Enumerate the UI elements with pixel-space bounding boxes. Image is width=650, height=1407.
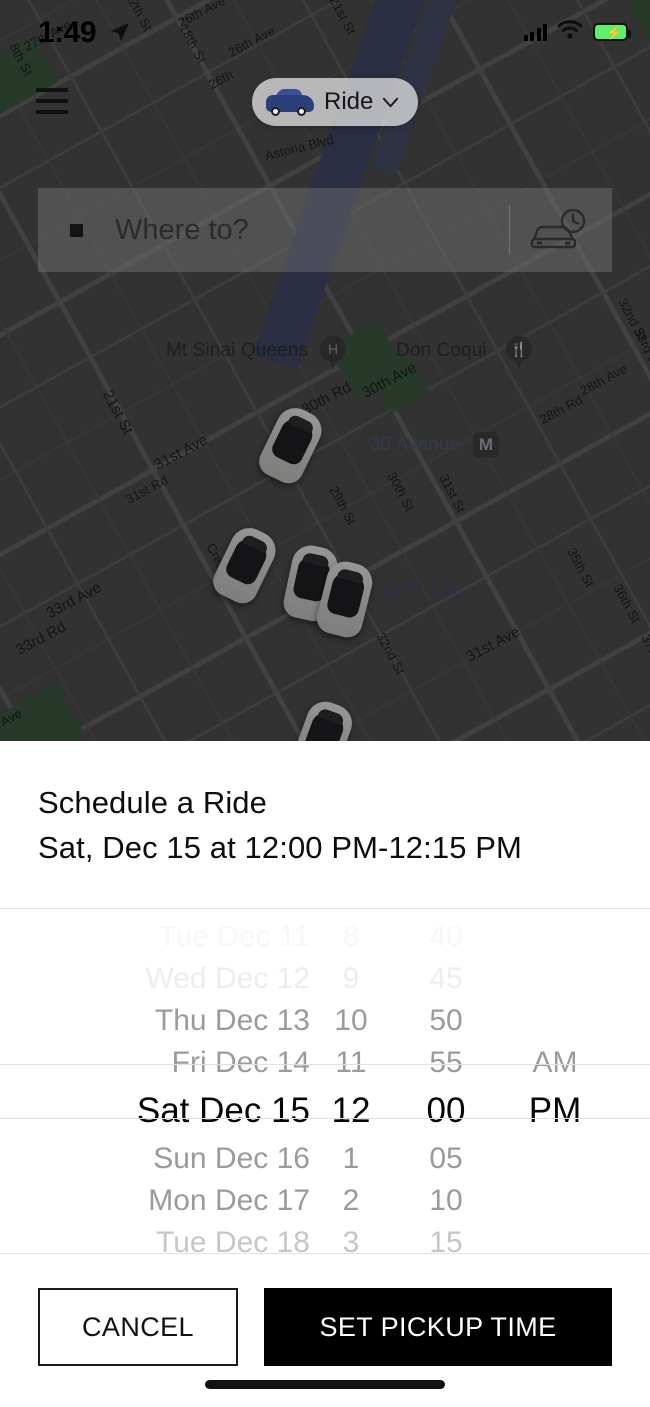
selected-time-summary: Sat, Dec 15 at 12:00 PM-12:15 PM bbox=[38, 830, 522, 865]
home-indicator[interactable] bbox=[205, 1380, 445, 1389]
picker-row[interactable]: Fri Dec 14 11 55 AM bbox=[0, 1042, 650, 1084]
picker-cell-date[interactable]: Sun Dec 16 bbox=[0, 1142, 310, 1176]
picker-cell-date[interactable]: Fri Dec 14 bbox=[0, 1046, 310, 1080]
picker-cell-hour[interactable]: 10 bbox=[310, 1004, 392, 1038]
picker-date-value: Mon Dec 17 bbox=[148, 1184, 310, 1217]
search-input[interactable]: Where to? bbox=[115, 214, 249, 247]
hamburger-menu-icon[interactable] bbox=[36, 88, 68, 114]
picker-row[interactable]: Thu Dec 13 10 50 bbox=[0, 1000, 650, 1042]
picker-cell-hour[interactable]: 3 bbox=[310, 1226, 392, 1254]
picker-minute-value: 50 bbox=[429, 1004, 463, 1037]
picker-minute-value: 15 bbox=[429, 1226, 463, 1254]
sheet-header: Schedule a Ride Sat, Dec 15 at 12:00 PM-… bbox=[0, 741, 650, 866]
destination-search-bar[interactable]: Where to? bbox=[38, 188, 612, 272]
picker-cell-meridiem[interactable] bbox=[500, 1192, 610, 1210]
picker-cell-date[interactable]: Sat Dec 15 bbox=[0, 1091, 310, 1131]
picker-cell-meridiem[interactable] bbox=[500, 1012, 610, 1030]
picker-hour-value: 3 bbox=[342, 1226, 360, 1254]
picker-date-value: Tue Dec 18 bbox=[156, 1226, 310, 1254]
picker-row[interactable]: Sat Dec 15 12 00 PM bbox=[0, 1084, 650, 1138]
ride-type-label: Ride bbox=[324, 88, 374, 115]
wifi-icon bbox=[557, 20, 583, 44]
picker-row[interactable]: Tue Dec 18 3 15 bbox=[0, 1222, 650, 1254]
cellular-signal-icon bbox=[523, 23, 547, 41]
picker-cell-minute[interactable]: 50 bbox=[392, 1004, 500, 1038]
picker-date-value: Tue Dec 11 bbox=[158, 920, 310, 953]
picker-minute-value: 10 bbox=[429, 1184, 463, 1217]
picker-minute-value: 45 bbox=[429, 962, 463, 995]
picker-cell-hour[interactable]: 9 bbox=[310, 962, 392, 996]
picker-hour-value: 12 bbox=[331, 1091, 371, 1130]
picker-row[interactable]: Tue Dec 11 8 40 bbox=[0, 916, 650, 958]
sheet-actions: CANCEL SET PICKUP TIME bbox=[0, 1254, 650, 1366]
picker-meridiem-value: AM bbox=[532, 1046, 578, 1079]
picker-cell-hour[interactable]: 11 bbox=[310, 1046, 392, 1080]
picker-minute-value: 55 bbox=[429, 1046, 463, 1079]
page-title: Schedule a Ride bbox=[38, 785, 267, 820]
picker-cell-date[interactable]: Wed Dec 12 bbox=[0, 962, 310, 996]
car-icon bbox=[264, 87, 316, 117]
picker-minute-value: 40 bbox=[429, 920, 463, 953]
status-clock: 1:49 bbox=[38, 16, 97, 49]
picker-cell-minute[interactable]: 15 bbox=[392, 1226, 500, 1254]
schedule-ride-sheet: Schedule a Ride Sat, Dec 15 at 12:00 PM-… bbox=[0, 741, 650, 1407]
picker-date-value: Sun Dec 16 bbox=[153, 1142, 310, 1175]
picker-cell-meridiem[interactable] bbox=[500, 1150, 610, 1168]
picker-minute-value: 05 bbox=[429, 1142, 463, 1175]
picker-cell-minute[interactable]: 00 bbox=[392, 1091, 500, 1131]
picker-date-value: Thu Dec 13 bbox=[154, 1004, 310, 1037]
divider bbox=[509, 205, 510, 255]
picker-rows[interactable]: Tue Dec 11 8 40 Wed Dec 12 9 45 Thu Dec 13 10 50… bbox=[0, 916, 650, 1254]
picker-hour-value: 9 bbox=[342, 962, 360, 995]
picker-hour-value: 11 bbox=[335, 1046, 367, 1079]
picker-cell-minute[interactable]: 55 bbox=[392, 1046, 500, 1080]
square-marker-icon bbox=[70, 223, 83, 237]
picker-cell-hour[interactable]: 8 bbox=[310, 920, 392, 954]
picker-cell-meridiem[interactable]: PM bbox=[500, 1091, 610, 1131]
picker-cell-date[interactable]: Tue Dec 11 bbox=[0, 920, 310, 954]
picker-cell-meridiem[interactable]: AM bbox=[500, 1046, 610, 1080]
picker-date-value: Sat Dec 15 bbox=[136, 1091, 310, 1130]
picker-cell-meridiem[interactable] bbox=[500, 1234, 610, 1252]
picker-cell-minute[interactable]: 40 bbox=[392, 920, 500, 954]
picker-cell-minute[interactable]: 45 bbox=[392, 962, 500, 996]
picker-meridiem-value: PM bbox=[528, 1091, 582, 1130]
status-bar: 1:49 ⚡ bbox=[0, 0, 650, 56]
picker-cell-meridiem[interactable] bbox=[500, 928, 610, 946]
picker-hour-value: 1 bbox=[342, 1142, 360, 1175]
chevron-down-icon bbox=[381, 93, 400, 112]
picker-cell-date[interactable]: Thu Dec 13 bbox=[0, 1004, 310, 1038]
picker-cell-hour[interactable]: 1 bbox=[310, 1142, 392, 1176]
ride-type-selector[interactable]: Ride bbox=[252, 78, 419, 126]
picker-date-value: Fri Dec 14 bbox=[171, 1046, 310, 1079]
set-pickup-time-button[interactable]: SET PICKUP TIME bbox=[264, 1288, 612, 1366]
battery-charging-icon: ⚡ bbox=[593, 23, 631, 41]
picker-hour-value: 10 bbox=[334, 1004, 368, 1037]
picker-minute-value: 00 bbox=[426, 1091, 466, 1130]
picker-cell-date[interactable]: Tue Dec 18 bbox=[0, 1226, 310, 1254]
picker-cell-date[interactable]: Mon Dec 17 bbox=[0, 1184, 310, 1218]
picker-row[interactable]: Sun Dec 16 1 05 bbox=[0, 1138, 650, 1180]
picker-date-value: Wed Dec 12 bbox=[145, 962, 310, 995]
status-indicators: ⚡ bbox=[523, 20, 631, 44]
datetime-picker[interactable]: Tue Dec 11 8 40 Wed Dec 12 9 45 Thu Dec 13 10 50… bbox=[0, 908, 650, 1254]
picker-hour-value: 8 bbox=[342, 920, 360, 953]
picker-row[interactable]: Mon Dec 17 2 10 bbox=[0, 1180, 650, 1222]
cancel-button[interactable]: CANCEL bbox=[38, 1288, 238, 1366]
picker-hour-value: 2 bbox=[342, 1184, 360, 1217]
picker-cell-meridiem[interactable] bbox=[500, 970, 610, 988]
picker-cell-hour[interactable]: 2 bbox=[310, 1184, 392, 1218]
picker-row[interactable]: Wed Dec 12 9 45 bbox=[0, 958, 650, 1000]
picker-cell-hour[interactable]: 12 bbox=[310, 1091, 392, 1131]
car-clock-schedule-icon[interactable] bbox=[528, 208, 590, 252]
picker-cell-minute[interactable]: 05 bbox=[392, 1142, 500, 1176]
location-arrow-icon bbox=[110, 22, 130, 42]
picker-cell-minute[interactable]: 10 bbox=[392, 1184, 500, 1218]
